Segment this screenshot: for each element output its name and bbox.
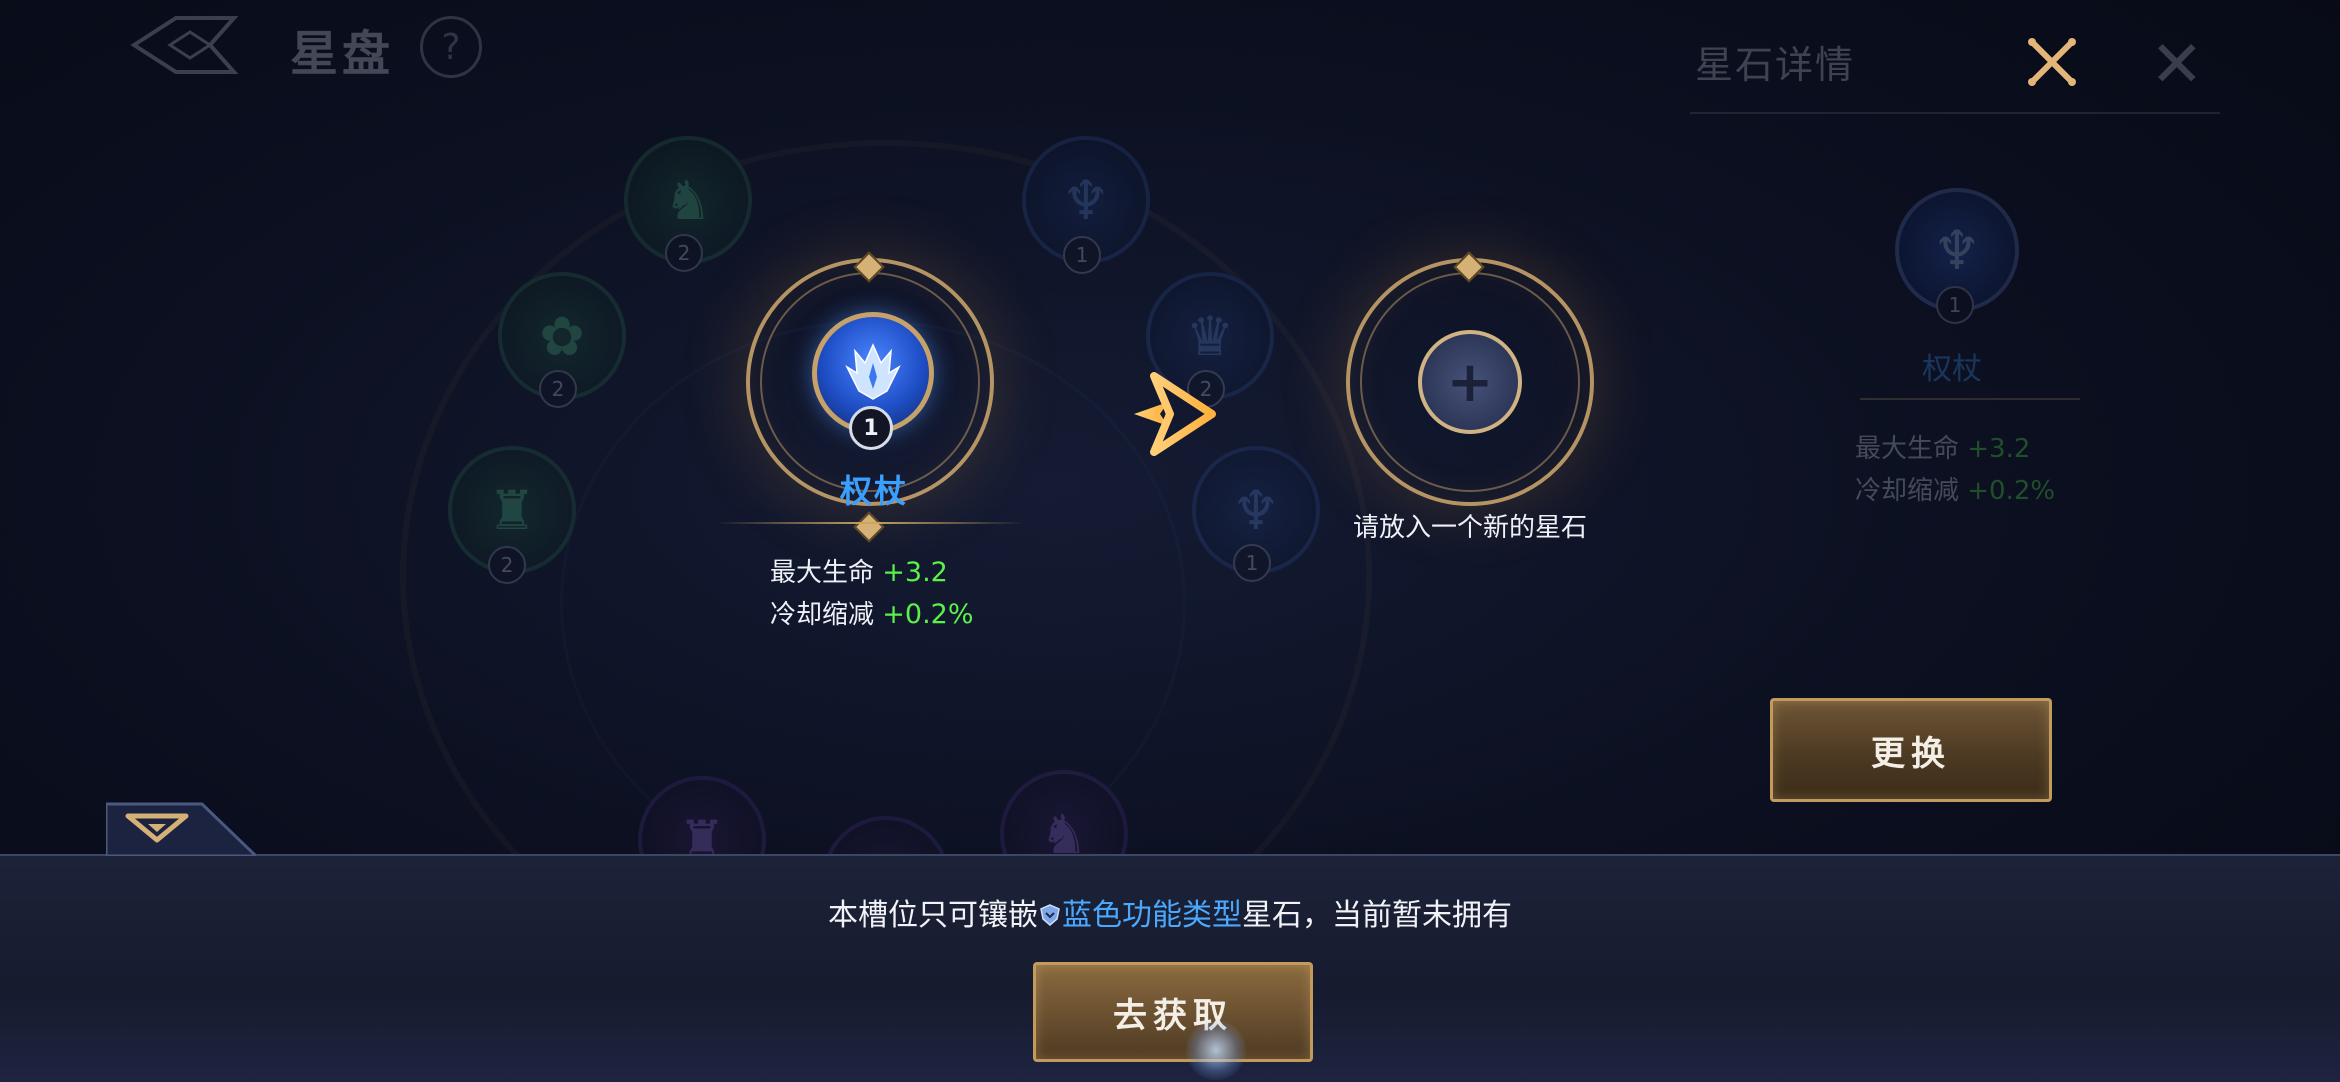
plus-icon: +: [1446, 349, 1494, 415]
obtain-button[interactable]: 去获取: [1033, 962, 1313, 1062]
divider: [1860, 398, 2080, 400]
help-button[interactable]: ?: [420, 16, 482, 78]
star-node-badge: 2: [539, 370, 577, 408]
gem-detail-title: 星石详情: [1695, 43, 1856, 87]
stat-max-hp: 最大生命 +3.2: [1855, 434, 2031, 464]
gem-level-badge: 1: [849, 406, 893, 450]
scepter-icon: [845, 343, 901, 400]
star-node-badge: 2: [488, 546, 526, 584]
slot-restriction-message: 本槽位只可镶嵌 蓝色功能类型星石，当前暂未拥有: [828, 898, 1512, 933]
replace-arrow-icon: [1134, 372, 1216, 456]
stat-cooldown: 冷却缩减 +0.2%: [1855, 476, 2056, 506]
divider: [1690, 112, 2220, 114]
stat-cooldown: 冷却缩减 +0.2%: [770, 599, 974, 630]
add-gem-button[interactable]: +: [1418, 330, 1522, 434]
gem-level-badge: 1: [1936, 286, 1974, 324]
collapse-tab[interactable]: [106, 800, 256, 856]
star-node-badge: 2: [665, 234, 703, 272]
close-icon[interactable]: ✕: [2150, 28, 2204, 102]
gem-name: 权杖: [1922, 352, 1982, 387]
back-arrow-icon[interactable]: [130, 12, 240, 78]
divider: [715, 522, 1025, 524]
star-node-badge: 1: [1233, 544, 1271, 582]
page-title: 星盘: [290, 26, 395, 82]
close-icon[interactable]: [2026, 36, 2078, 88]
gem-name: 权杖: [840, 472, 909, 510]
shield-icon: [1040, 903, 1060, 926]
gem-type-link[interactable]: 蓝色功能类型: [1062, 898, 1242, 933]
new-gem-hint: 请放入一个新的星石: [1353, 513, 1588, 543]
stat-max-hp: 最大生命 +3.2: [770, 557, 948, 588]
swap-button[interactable]: 更换: [1770, 698, 2052, 802]
star-node-badge: 1: [1063, 236, 1101, 274]
touch-indicator: [1186, 1020, 1246, 1080]
